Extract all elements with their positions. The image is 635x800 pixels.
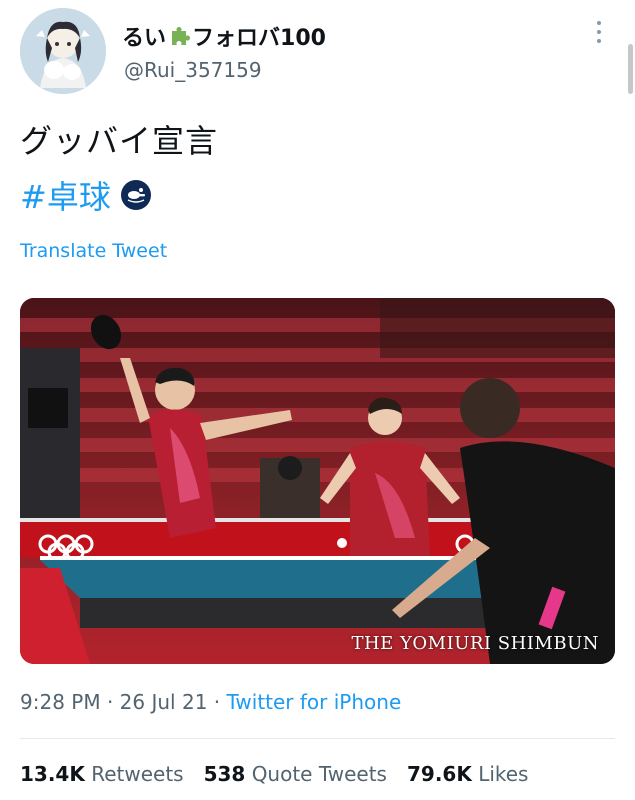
display-name-row[interactable]: るい フォロバ100 — [122, 20, 326, 52]
retweets-label: Retweets — [91, 762, 184, 786]
likes-stat[interactable]: 79.6K Likes — [407, 762, 529, 786]
tweet-stats: 13.4K Retweets 538 Quote Tweets 79.6K Li… — [20, 762, 528, 786]
tweet-text: グッバイ宣言 — [20, 122, 219, 160]
tweet-header: るい フォロバ100 @Rui_357159 — [20, 8, 615, 98]
avatar-illustration — [20, 8, 106, 94]
display-name-part1: るい — [122, 26, 167, 51]
retweets-count: 13.4K — [20, 762, 85, 786]
quote-tweets-count: 538 — [203, 762, 246, 786]
hashtag-link[interactable]: #卓球 — [20, 172, 111, 218]
likes-label: Likes — [478, 762, 529, 786]
avatar[interactable] — [20, 8, 106, 94]
tweet-meta: 9:28 PM · 26 Jul 21 · Twitter for iPhone — [20, 690, 401, 714]
retweets-stat[interactable]: 13.4K Retweets — [20, 762, 184, 786]
user-handle[interactable]: @Rui_357159 — [124, 58, 262, 82]
meta-separator: · — [207, 690, 227, 714]
display-name-part2: フォロバ100 — [192, 26, 326, 51]
meta-separator: · — [100, 690, 120, 714]
tweet-source-link[interactable]: Twitter for iPhone — [227, 690, 402, 714]
translate-tweet-link[interactable]: Translate Tweet — [20, 240, 167, 262]
photo-watermark: THE YOMIURI SHIMBUN — [351, 633, 599, 654]
likes-count: 79.6K — [406, 762, 472, 786]
quote-tweets-label: Quote Tweets — [251, 762, 387, 786]
puzzle-piece-icon — [168, 25, 191, 47]
tweet-photo[interactable]: THE YOMIURI SHIMBUN — [20, 298, 615, 664]
tweet-time[interactable]: 9:28 PM — [20, 690, 101, 714]
tweet-date[interactable]: 26 Jul 21 — [120, 690, 208, 714]
quote-tweets-stat[interactable]: 538 Quote Tweets — [204, 762, 387, 786]
more-options-icon[interactable] — [589, 18, 609, 46]
hashtag-row: #卓球 — [20, 172, 151, 218]
table-tennis-photo — [20, 298, 615, 664]
divider — [20, 738, 615, 739]
scrollbar[interactable] — [628, 44, 633, 94]
table-tennis-paddle-icon — [120, 180, 151, 210]
